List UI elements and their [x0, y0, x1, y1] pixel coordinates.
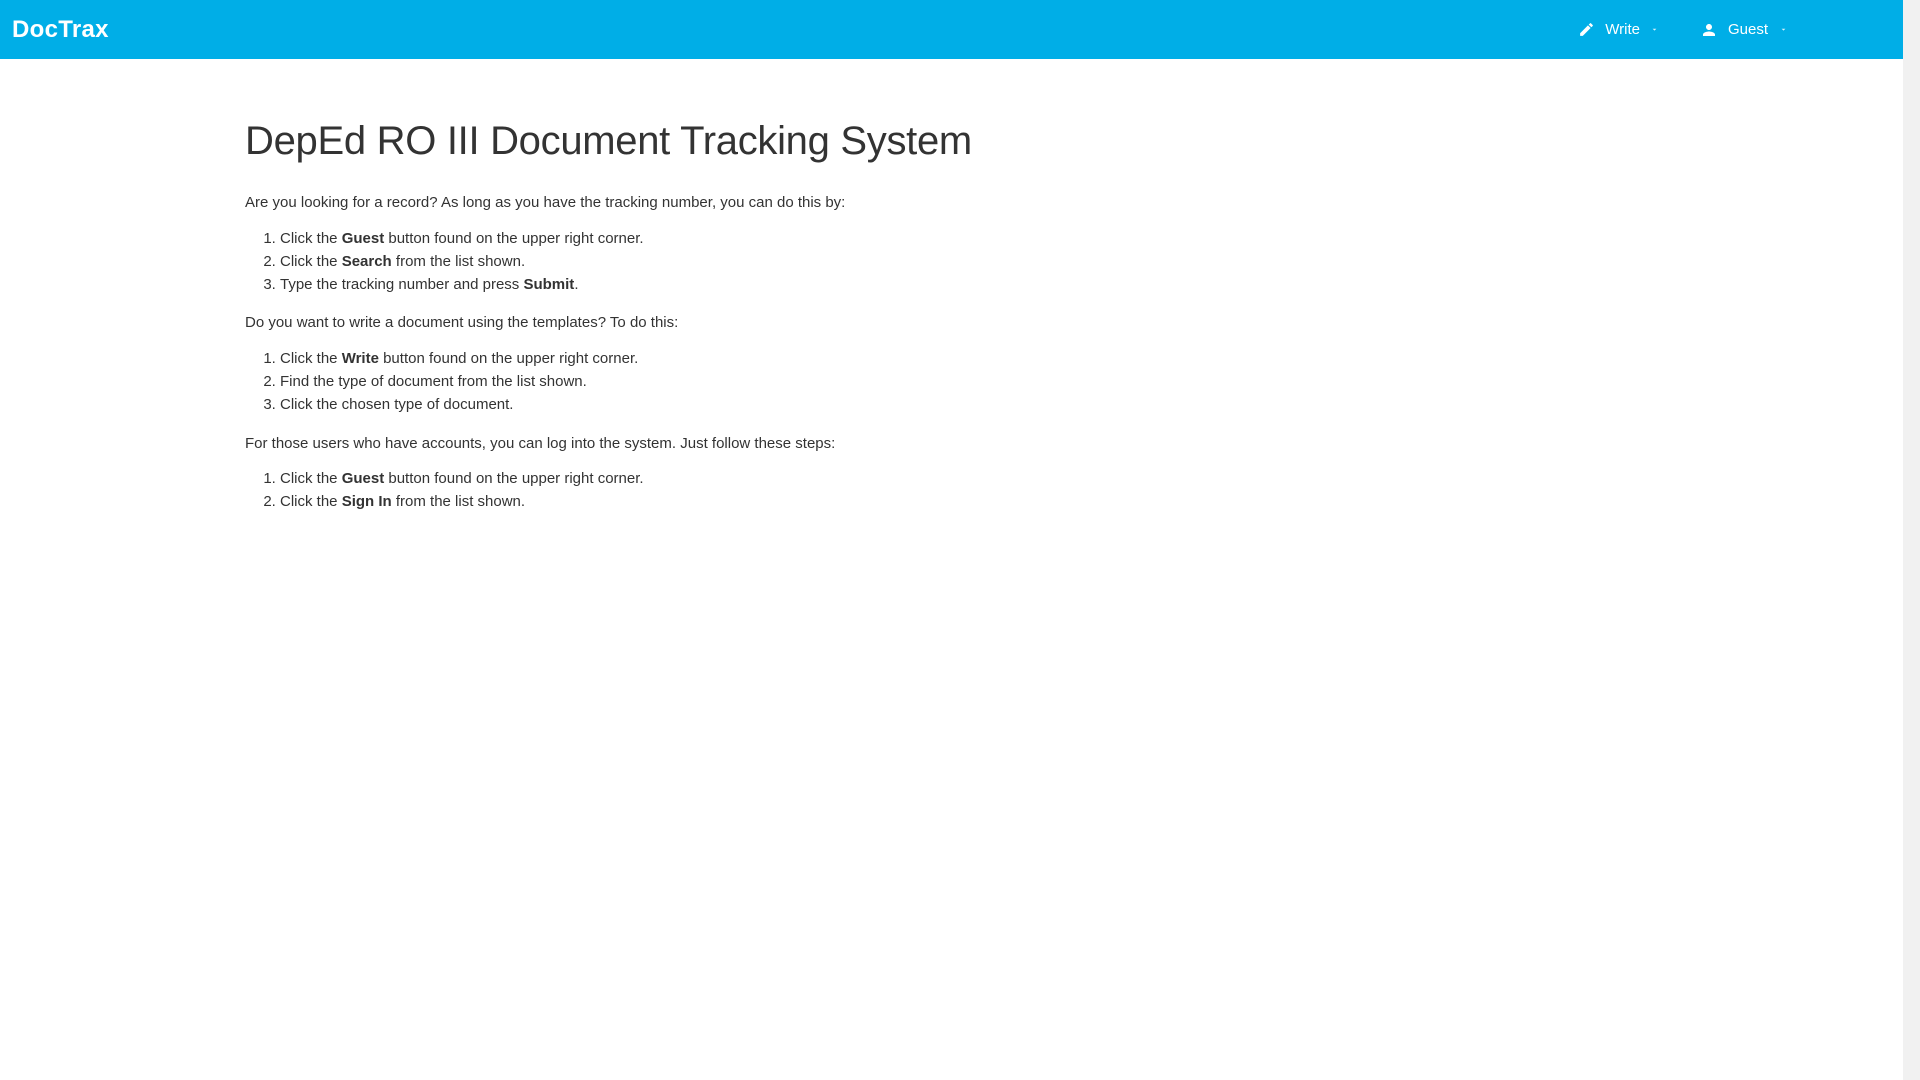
section3-intro: For those users who have accounts, you c… — [245, 433, 1205, 456]
pencil-icon — [1578, 21, 1595, 38]
list-item: Click the Sign In from the list shown. — [280, 490, 1205, 513]
write-menu[interactable]: Write — [1578, 21, 1660, 38]
section3-list: Click the Guest button found on the uppe… — [280, 467, 1205, 514]
list-item: Find the type of document from the list … — [280, 370, 1205, 393]
section2-intro: Do you want to write a document using th… — [245, 312, 1205, 335]
guest-label: Guest — [1728, 21, 1768, 38]
user-icon — [1700, 21, 1718, 39]
section2-list: Click the Write button found on the uppe… — [280, 347, 1205, 417]
list-item: Click the chosen type of document. — [280, 393, 1205, 416]
guest-menu[interactable]: Guest — [1700, 21, 1788, 39]
nav-right: Write Guest — [1578, 21, 1908, 39]
main-content: DepEd RO III Document Tracking System Ar… — [245, 59, 1205, 514]
section1-list: Click the Guest button found on the uppe… — [280, 227, 1205, 297]
list-item: Click the Write button found on the uppe… — [280, 347, 1205, 370]
list-item: Click the Guest button found on the uppe… — [280, 227, 1205, 250]
chevron-down-icon — [1650, 25, 1660, 35]
scrollbar[interactable] — [1903, 0, 1920, 1080]
write-label: Write — [1605, 21, 1640, 38]
chevron-down-icon — [1778, 25, 1788, 35]
section1-intro: Are you looking for a record? As long as… — [245, 192, 1205, 215]
page-title: DepEd RO III Document Tracking System — [245, 119, 1205, 164]
app-logo[interactable]: DocTrax — [12, 16, 109, 44]
list-item: Click the Search from the list shown. — [280, 250, 1205, 273]
header: DocTrax Write Guest — [0, 0, 1920, 59]
list-item: Click the Guest button found on the uppe… — [280, 467, 1205, 490]
list-item: Type the tracking number and press Submi… — [280, 273, 1205, 296]
